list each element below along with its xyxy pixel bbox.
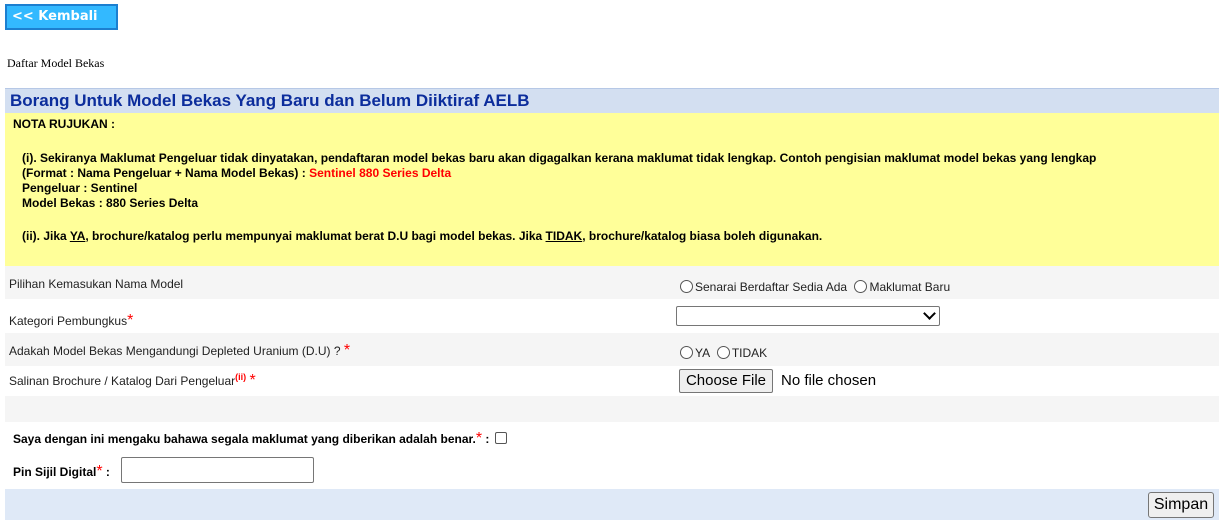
packaging-category-select[interactable] [676,306,940,326]
row-brochure: Salinan Brochure / Katalog Dari Pengelua… [5,366,1219,396]
save-bar: Simpan [5,489,1219,520]
declaration: Saya dengan ini mengaku bahawa segala ma… [13,430,508,448]
packaging-category-label: Kategori Pembungkus* [9,312,133,330]
file-status: No file chosen [781,372,877,389]
radio-new-information[interactable] [854,280,868,293]
required-marker: * [249,372,256,389]
radio-yes-label: YA [695,346,710,360]
row-pin: Pin Sijil Digital* : [5,454,1219,489]
note-2-yes: YA [69,229,86,243]
model-name-choice-radio-group: Senarai Berdaftar Sedia Ada Maklumat Bar… [680,280,950,294]
model-name-choice-label: Pilihan Kemasukan Nama Model [9,277,184,291]
note-1-line-3: Pengeluar : Sentinel [22,181,138,195]
row-spacer [5,396,1219,422]
note-2: (ii). Jika YA, brochure/katalog perlu me… [22,229,822,243]
row-packaging-category: Kategori Pembungkus* [5,299,1219,333]
declaration-checkbox[interactable] [495,432,508,444]
note-1-line-1: (i). Sekiranya Maklumat Pengeluar tidak … [22,151,1097,165]
radio-existing-registered[interactable] [680,280,693,293]
depleted-uranium-label: Adakah Model Bekas Mengandungi Depleted … [9,342,350,360]
save-button[interactable]: Simpan [1148,492,1214,518]
note-2-part-b: , brochure/katalog perlu mempunyai maklu… [85,229,546,243]
radio-new-information-label: Maklumat Baru [869,280,951,294]
note-1-example: Sentinel 880 Series Delta [309,166,452,180]
note-1-format: (Format : Nama Pengeluar + Nama Model Be… [22,166,310,180]
row-depleted-uranium: Adakah Model Bekas Mengandungi Depleted … [5,333,1219,366]
back-button[interactable]: << Kembali [5,4,118,30]
depleted-uranium-radio-group: YA TIDAK [680,346,767,360]
note-reference: (ii) [235,372,247,382]
page-heading: Daftar Model Bekas [7,56,105,70]
radio-yes[interactable] [680,346,693,359]
note-2-part-a: (ii). Jika [22,229,70,243]
row-model-name-choice: Pilihan Kemasukan Nama Model Senarai Ber… [5,266,1219,299]
pin-label: Pin Sijil Digital* : [13,463,110,481]
radio-no[interactable] [716,346,730,359]
packaging-category-text: Kategori Pembungkus [9,314,128,328]
pin-colon: : [102,465,110,479]
form-title: Borang Untuk Model Bekas Yang Baru dan B… [5,88,1219,113]
declaration-text: Saya dengan ini mengaku bahawa segala ma… [13,432,476,446]
note-2-part-c: , brochure/katalog biasa boleh digunakan… [582,229,823,243]
notes-panel: NOTA RUJUKAN : (i). Sekiranya Maklumat P… [5,113,1219,266]
declaration-colon: : [482,432,490,446]
note-1-line-4: Model Bekas : 880 Series Delta [22,196,199,210]
brochure-label: Salinan Brochure / Katalog Dari Pengelua… [9,372,256,390]
pin-label-text: Pin Sijil Digital [13,465,97,479]
required-marker: * [343,342,351,359]
note-1-line-2: (Format : Nama Pengeluar + Nama Model Be… [22,166,451,180]
brochure-text: Salinan Brochure / Katalog Dari Pengelua… [9,374,236,388]
notes-heading: NOTA RUJUKAN : [13,117,115,131]
depleted-uranium-text: Adakah Model Bekas Mengandungi Depleted … [9,344,341,358]
note-2-no: TIDAK [545,229,583,243]
radio-existing-registered-label: Senarai Berdaftar Sedia Ada [695,280,848,294]
row-declaration: Saya dengan ini mengaku bahawa segala ma… [5,422,1219,454]
radio-no-label: TIDAK [731,346,768,360]
required-marker: * [127,312,134,329]
pin-input[interactable] [121,457,314,483]
form-panel: Borang Untuk Model Bekas Yang Baru dan B… [5,88,1219,520]
choose-file-button[interactable]: Choose File [679,369,773,393]
